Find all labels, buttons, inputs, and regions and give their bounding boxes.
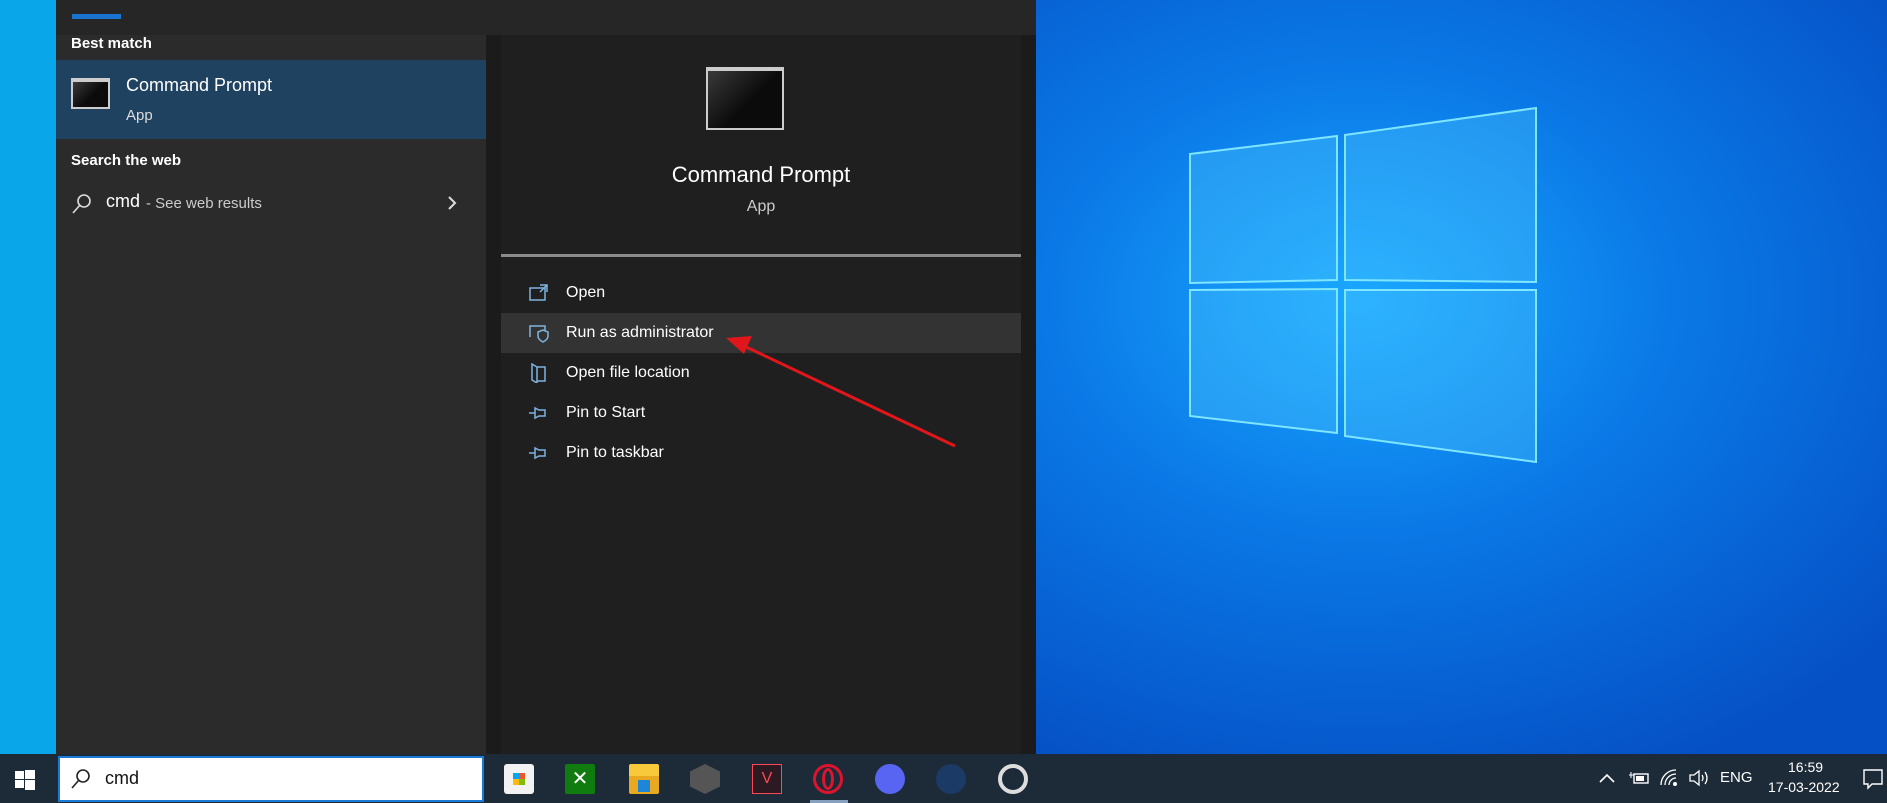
battery-charging-icon[interactable] — [1628, 770, 1650, 786]
notification-center-icon[interactable] — [1862, 768, 1884, 790]
microsoft-store-icon[interactable] — [504, 764, 534, 794]
clock-date[interactable]: 17-03-2022 — [1768, 779, 1840, 795]
language-indicator[interactable]: ENG — [1720, 769, 1753, 786]
search-input[interactable]: cmd — [105, 768, 139, 789]
taskbar-search-box[interactable]: cmd — [58, 756, 484, 802]
taskbar: cmd ✕ V ENG 16:59 17-03-2022 — [0, 754, 1887, 803]
steam-icon[interactable] — [936, 764, 966, 794]
search-icon — [71, 769, 90, 789]
discord-icon[interactable] — [875, 764, 905, 794]
clock-time[interactable]: 16:59 — [1788, 759, 1823, 775]
volume-icon[interactable] — [1688, 769, 1710, 787]
file-explorer-icon[interactable] — [629, 764, 659, 794]
xbox-icon[interactable]: ✕ — [565, 764, 595, 794]
valorant-icon[interactable]: V — [752, 764, 782, 794]
opera-gx-icon[interactable] — [813, 764, 843, 794]
ubisoft-connect-icon[interactable] — [998, 764, 1028, 794]
wifi-icon[interactable] — [1659, 768, 1679, 788]
chevron-up-icon[interactable] — [1598, 772, 1616, 784]
windows-start-icon[interactable] — [15, 770, 35, 790]
launcher-app-icon[interactable] — [690, 764, 720, 794]
annotation-arrow — [726, 336, 956, 448]
